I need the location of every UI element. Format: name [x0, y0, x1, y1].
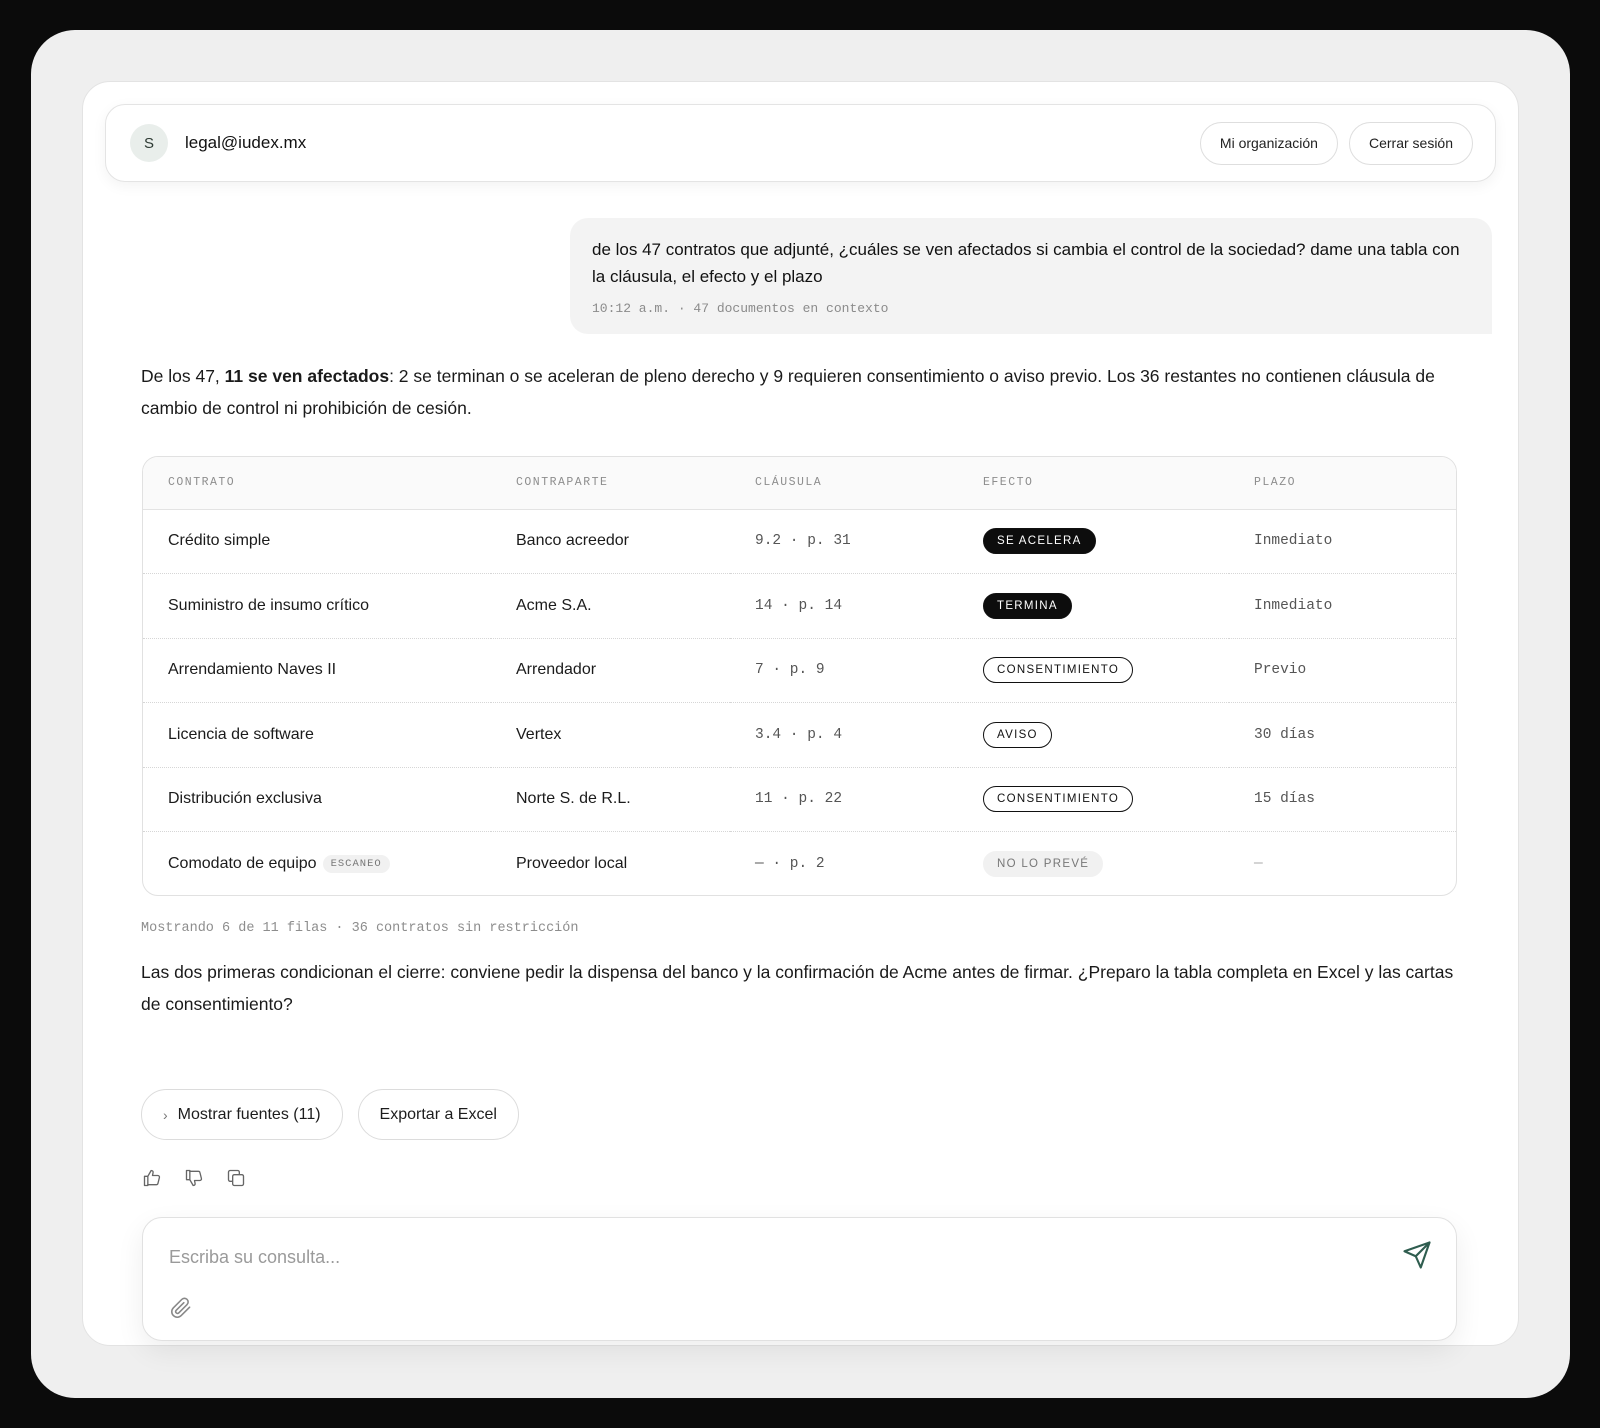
cell-plazo: Inmediato [1254, 597, 1333, 614]
cell-clausula: 11 · p. 22 [755, 791, 843, 808]
intro-pre: De los 47, [141, 366, 225, 386]
results-table: CONTRATO CONTRAPARTE CLÁUSULA EFECTO PLA… [142, 456, 1457, 896]
table-header-row: CONTRATO CONTRAPARTE CLÁUSULA EFECTO PLA… [143, 457, 1456, 509]
intro-bold: 11 se ven afectados [224, 366, 390, 386]
message-composer [142, 1217, 1457, 1341]
cell-clausula: — · p. 2 [755, 856, 825, 872]
scan-tag: ESCANEO [322, 854, 390, 873]
user-info: S legal@iudex.mx [130, 124, 306, 162]
cell-contraparte: Proveedor local [516, 855, 628, 872]
table-row: Comodato de equipo ESCANEO Proveedor loca… [143, 832, 1456, 896]
cell-contrato: Licencia de software [168, 725, 314, 743]
column-header-contraparte: CONTRAPARTE [516, 476, 609, 490]
cell-efecto: CONSENTIMIENTO [958, 638, 1229, 703]
cell-contrato: Suministro de insumo crítico [168, 596, 369, 614]
column-header-clausula: CLÁUSULA [755, 476, 823, 490]
user-message-text: de los 47 contratos que adjunté, ¿cuáles… [592, 240, 1460, 286]
send-icon[interactable] [1402, 1240, 1432, 1270]
efecto-badge: TERMINA [983, 592, 1072, 619]
cell-contrato: Distribución exclusiva [168, 790, 322, 808]
assistant-intro: De los 47, 11 se ven afectados: 2 se ter… [141, 360, 1461, 424]
logout-button[interactable]: Cerrar sesión [1348, 121, 1473, 165]
thumbs-down-icon[interactable] [183, 1167, 205, 1189]
copy-icon[interactable] [225, 1167, 247, 1189]
cell-clausula: 9.2 · p. 31 [755, 533, 851, 550]
efecto-badge: NO LO PREVÉ [983, 851, 1104, 877]
show-sources-label: Mostrar fuentes (11) [177, 1105, 321, 1123]
efecto-badge: CONSENTIMIENTO [983, 657, 1134, 684]
efecto-badge: AVISO [983, 721, 1052, 748]
column-header-plazo: PLAZO [1254, 476, 1297, 490]
efecto-badge: CONSENTIMIENTO [983, 786, 1134, 813]
response-actions: › Mostrar fuentes (11) Exportar a Excel [141, 1089, 519, 1140]
cell-contraparte: Norte S. de R.L. [516, 790, 631, 808]
avatar[interactable]: S [130, 124, 168, 162]
table-row: Licencia de software Vertex 3.4 · p. 4 A… [143, 703, 1456, 768]
my-organization-button[interactable]: Mi organización [1199, 121, 1338, 165]
assistant-closing: Las dos primeras condicionan el cierre: … [141, 962, 1454, 1014]
header-bar: S legal@iudex.mx Mi organización Cerrar … [105, 104, 1496, 182]
cell-contrato: Arrendamiento Naves II [168, 661, 337, 679]
cell-efecto: CONSENTIMIENTO [958, 767, 1229, 832]
cell-plazo: Previo [1254, 662, 1307, 679]
column-header-contrato: CONTRATO [168, 476, 236, 490]
cell-clausula: 7 · p. 9 [755, 662, 825, 679]
cell-efecto: AVISO [958, 703, 1229, 768]
contrato-name: Comodato de equipo [168, 855, 317, 873]
cell-clausula: 14 · p. 14 [755, 597, 843, 614]
show-sources-button[interactable]: › Mostrar fuentes (11) [141, 1089, 343, 1140]
table-row: Arrendamiento Naves II Arrendador 7 · p.… [143, 638, 1456, 703]
paperclip-icon[interactable] [170, 1296, 192, 1320]
user-email: legal@iudex.mx [185, 133, 307, 152]
cell-plazo: 30 días [1254, 726, 1315, 743]
table-footnote: Mostrando 6 de 11 filas · 36 contratos s… [141, 921, 579, 936]
query-input[interactable] [169, 1240, 1349, 1274]
cell-efecto: SE ACELERA [958, 509, 1229, 574]
cell-contraparte: Acme S.A. [516, 596, 592, 614]
table-row: Suministro de insumo crítico Acme S.A. 1… [143, 574, 1456, 639]
cell-contraparte: Arrendador [516, 661, 597, 679]
user-message-meta: 10:12 a.m. · 47 documentos en contexto [592, 301, 889, 316]
column-header-efecto: EFECTO [983, 476, 1034, 490]
table-row: Distribución exclusiva Norte S. de R.L. … [143, 767, 1456, 832]
chevron-right-icon: › [163, 1106, 168, 1123]
efecto-badge: SE ACELERA [983, 528, 1096, 555]
cell-efecto: NO LO PREVÉ [958, 832, 1229, 896]
cell-plazo: 15 días [1254, 791, 1315, 808]
user-message-bubble: de los 47 contratos que adjunté, ¿cuáles… [570, 218, 1492, 334]
app-window: S legal@iudex.mx Mi organización Cerrar … [82, 81, 1519, 1346]
cell-contraparte: Banco acreedor [516, 532, 629, 550]
cell-contrato: Crédito simple [168, 532, 271, 550]
feedback-bar [141, 1167, 247, 1189]
cell-clausula: 3.4 · p. 4 [755, 726, 843, 743]
cell-plazo: — [1254, 856, 1263, 872]
header-actions: Mi organización Cerrar sesión [1199, 121, 1473, 165]
table-row: Crédito simple Banco acreedor 9.2 · p. 3… [143, 509, 1456, 574]
export-excel-button[interactable]: Exportar a Excel [357, 1089, 519, 1140]
device-frame: S legal@iudex.mx Mi organización Cerrar … [31, 30, 1570, 1398]
cell-plazo: Inmediato [1254, 533, 1333, 550]
cell-contraparte: Vertex [516, 725, 562, 743]
thumbs-up-icon[interactable] [141, 1167, 163, 1189]
cell-efecto: TERMINA [958, 574, 1229, 639]
cell-contrato: Comodato de equipo ESCANEO [143, 832, 491, 896]
